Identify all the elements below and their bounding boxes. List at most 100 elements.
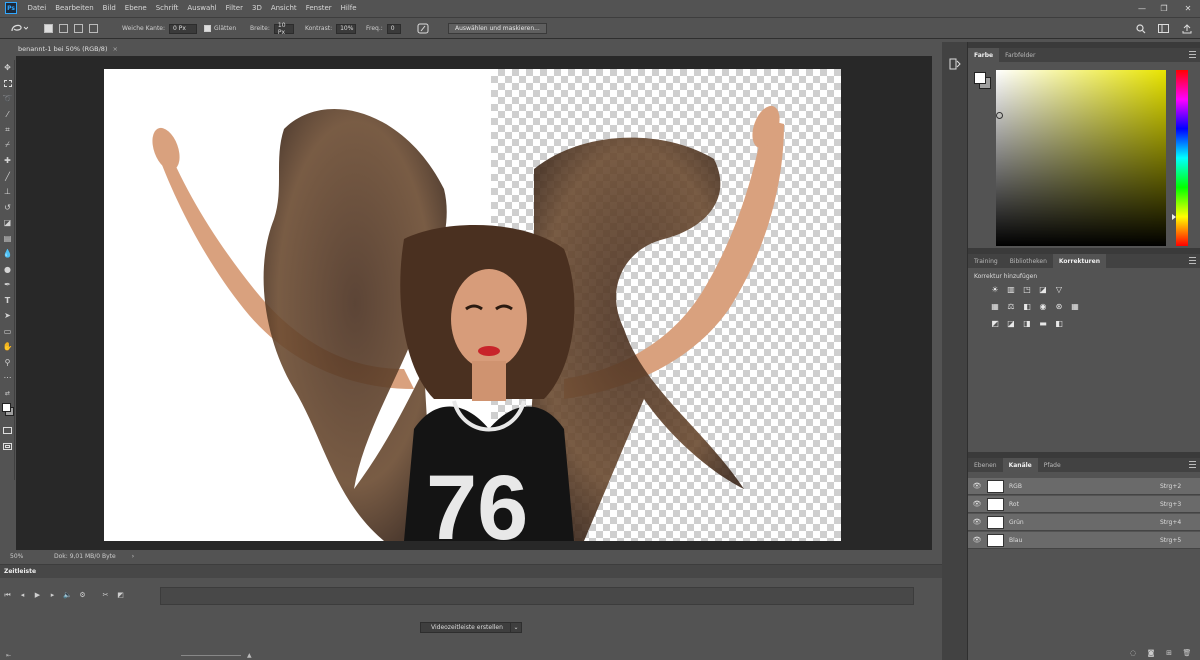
close-icon[interactable]: ✕ bbox=[1182, 2, 1194, 14]
path-selection-icon[interactable]: ➤ bbox=[0, 308, 15, 324]
panel-menu-icon[interactable] bbox=[1189, 51, 1196, 58]
hue-saturation-icon[interactable]: ▦ bbox=[988, 300, 1002, 312]
foreground-color-swatch[interactable] bbox=[974, 72, 986, 84]
zoom-in-icon[interactable]: ▲ bbox=[247, 652, 252, 659]
channel-row-blau[interactable]: 👁 Blau Strg+5 bbox=[968, 532, 1200, 549]
move-tool-icon[interactable]: ✥ bbox=[0, 60, 15, 76]
split-scissors-icon[interactable]: ✂ bbox=[98, 588, 113, 602]
brush-tool-icon[interactable]: ╱ bbox=[0, 169, 15, 185]
invert-icon[interactable]: ◩ bbox=[988, 317, 1002, 329]
add-selection-icon[interactable] bbox=[59, 24, 68, 33]
blur-tool-icon[interactable]: 💧 bbox=[0, 246, 15, 262]
color-balance-icon[interactable]: ⚖ bbox=[1004, 300, 1018, 312]
photo-filter-icon[interactable]: ◉ bbox=[1036, 300, 1050, 312]
menu-bearbeiten[interactable]: Bearbeiten bbox=[51, 4, 98, 12]
canvas-area[interactable]: 76 bbox=[16, 56, 932, 550]
share-icon[interactable] bbox=[1182, 23, 1192, 34]
curves-icon[interactable]: ◳ bbox=[1020, 283, 1034, 295]
play-icon[interactable]: ▶ bbox=[30, 588, 45, 602]
menu-ebene[interactable]: Ebene bbox=[120, 4, 151, 12]
antialias-checkbox[interactable] bbox=[204, 25, 211, 32]
channel-row-rgb[interactable]: 👁 RGB Strg+2 bbox=[968, 478, 1200, 495]
panel-menu-icon[interactable] bbox=[1189, 257, 1196, 264]
saturation-brightness-field[interactable] bbox=[996, 70, 1166, 246]
lasso-tool-icon[interactable]: ➰ bbox=[0, 91, 15, 107]
threshold-icon[interactable]: ◨ bbox=[1020, 317, 1034, 329]
document-canvas[interactable]: 76 bbox=[104, 69, 841, 541]
subtract-selection-icon[interactable] bbox=[74, 24, 83, 33]
hue-slider-marker[interactable] bbox=[1172, 214, 1176, 220]
status-arrow-icon[interactable]: › bbox=[132, 553, 134, 560]
previous-frame-icon[interactable]: ◂ bbox=[15, 588, 30, 602]
color-picker-cursor[interactable] bbox=[996, 112, 1003, 119]
new-channel-icon[interactable]: ⊞ bbox=[1160, 647, 1178, 659]
channel-row-gruen[interactable]: 👁 Grün Strg+4 bbox=[968, 514, 1200, 531]
vibrance-icon[interactable]: ▽ bbox=[1052, 283, 1066, 295]
menu-hilfe[interactable]: Hilfe bbox=[336, 4, 361, 12]
pen-tool-icon[interactable]: ✒ bbox=[0, 277, 15, 293]
pen-pressure-icon[interactable] bbox=[417, 23, 429, 34]
feather-input[interactable]: 0 Px bbox=[169, 23, 198, 34]
transition-icon[interactable]: ◩ bbox=[113, 588, 128, 602]
brightness-icon[interactable]: ☀ bbox=[988, 283, 1002, 295]
crop-tool-icon[interactable]: ⌗ bbox=[0, 122, 15, 138]
rectangle-tool-icon[interactable]: ▭ bbox=[0, 324, 15, 340]
magic-wand-icon[interactable]: ⁄ bbox=[0, 107, 15, 123]
color-lookup-icon[interactable]: ▦ bbox=[1068, 300, 1082, 312]
color-swatches-icon[interactable] bbox=[0, 401, 15, 423]
settings-icon[interactable]: ⚙ bbox=[75, 588, 90, 602]
select-and-mask-button[interactable]: Auswählen und maskieren... bbox=[448, 23, 547, 34]
tab-pfade[interactable]: Pfade bbox=[1038, 458, 1067, 472]
zoom-slider[interactable] bbox=[181, 655, 242, 656]
menu-fenster[interactable]: Fenster bbox=[301, 4, 336, 12]
tab-training[interactable]: Training bbox=[968, 254, 1004, 268]
history-panel-icon[interactable] bbox=[948, 57, 962, 71]
tab-farbe[interactable]: Farbe bbox=[968, 48, 1000, 62]
tab-ebenen[interactable]: Ebenen bbox=[968, 458, 1003, 472]
close-tab-icon[interactable]: × bbox=[112, 45, 117, 53]
history-brush-icon[interactable]: ↺ bbox=[0, 200, 15, 216]
menu-schrift[interactable]: Schrift bbox=[151, 4, 183, 12]
menu-ansicht[interactable]: Ansicht bbox=[266, 4, 301, 12]
levels-icon[interactable]: ▥ bbox=[1004, 283, 1018, 295]
save-selection-icon[interactable]: ◙ bbox=[1142, 647, 1160, 659]
type-tool-icon[interactable]: T bbox=[0, 293, 15, 309]
new-selection-icon[interactable] bbox=[44, 24, 53, 33]
eyedropper-icon[interactable]: ⌿ bbox=[0, 138, 15, 154]
quick-mask-icon[interactable] bbox=[0, 423, 15, 439]
channel-mixer-icon[interactable]: ⊛ bbox=[1052, 300, 1066, 312]
document-tab[interactable]: benannt-1 bei 50% (RGB/8) × bbox=[16, 42, 136, 55]
visibility-eye-icon[interactable]: 👁 bbox=[970, 500, 984, 508]
gradient-tool-icon[interactable]: ▤ bbox=[0, 231, 15, 247]
first-frame-icon[interactable]: ⏮ bbox=[0, 588, 15, 602]
black-white-icon[interactable]: ◧ bbox=[1020, 300, 1034, 312]
audio-icon[interactable]: 🔈 bbox=[60, 588, 75, 602]
tab-farbfelder[interactable]: Farbfelder bbox=[999, 48, 1041, 62]
visibility-eye-icon[interactable]: 👁 bbox=[970, 536, 984, 544]
render-icon[interactable]: ⇤ bbox=[6, 652, 11, 659]
posterize-icon[interactable]: ◪ bbox=[1004, 317, 1018, 329]
tab-bibliotheken[interactable]: Bibliotheken bbox=[1004, 254, 1053, 268]
more-tools-icon[interactable]: ⋯ bbox=[0, 370, 15, 386]
delete-channel-icon[interactable]: 🗑 bbox=[1178, 647, 1196, 659]
zoom-level[interactable]: 50% bbox=[10, 553, 36, 560]
menu-bild[interactable]: Bild bbox=[98, 4, 120, 12]
selection-mode-icons[interactable] bbox=[44, 23, 98, 34]
menu-3d[interactable]: 3D bbox=[247, 4, 266, 12]
clone-stamp-icon[interactable]: ⊥ bbox=[0, 184, 15, 200]
exposure-icon[interactable]: ◪ bbox=[1036, 283, 1050, 295]
minimize-icon[interactable]: — bbox=[1136, 2, 1148, 14]
visibility-eye-icon[interactable]: 👁 bbox=[970, 482, 984, 490]
dodge-tool-icon[interactable]: ● bbox=[0, 262, 15, 278]
channel-row-rot[interactable]: 👁 Rot Strg+3 bbox=[968, 496, 1200, 513]
width-input[interactable]: 10 Px bbox=[273, 22, 294, 36]
intersect-selection-icon[interactable] bbox=[89, 24, 98, 33]
swap-colors-icon[interactable]: ⇄ bbox=[0, 386, 15, 402]
hue-slider[interactable] bbox=[1176, 70, 1188, 246]
timeline-track[interactable] bbox=[160, 587, 914, 605]
menu-auswahl[interactable]: Auswahl bbox=[183, 4, 221, 12]
frequency-input[interactable]: 0 bbox=[386, 23, 401, 34]
next-frame-icon[interactable]: ▸ bbox=[45, 588, 60, 602]
lasso-tool-preset-icon[interactable] bbox=[10, 23, 28, 34]
create-video-timeline-button[interactable]: Videozeitleiste erstellen bbox=[420, 622, 514, 633]
